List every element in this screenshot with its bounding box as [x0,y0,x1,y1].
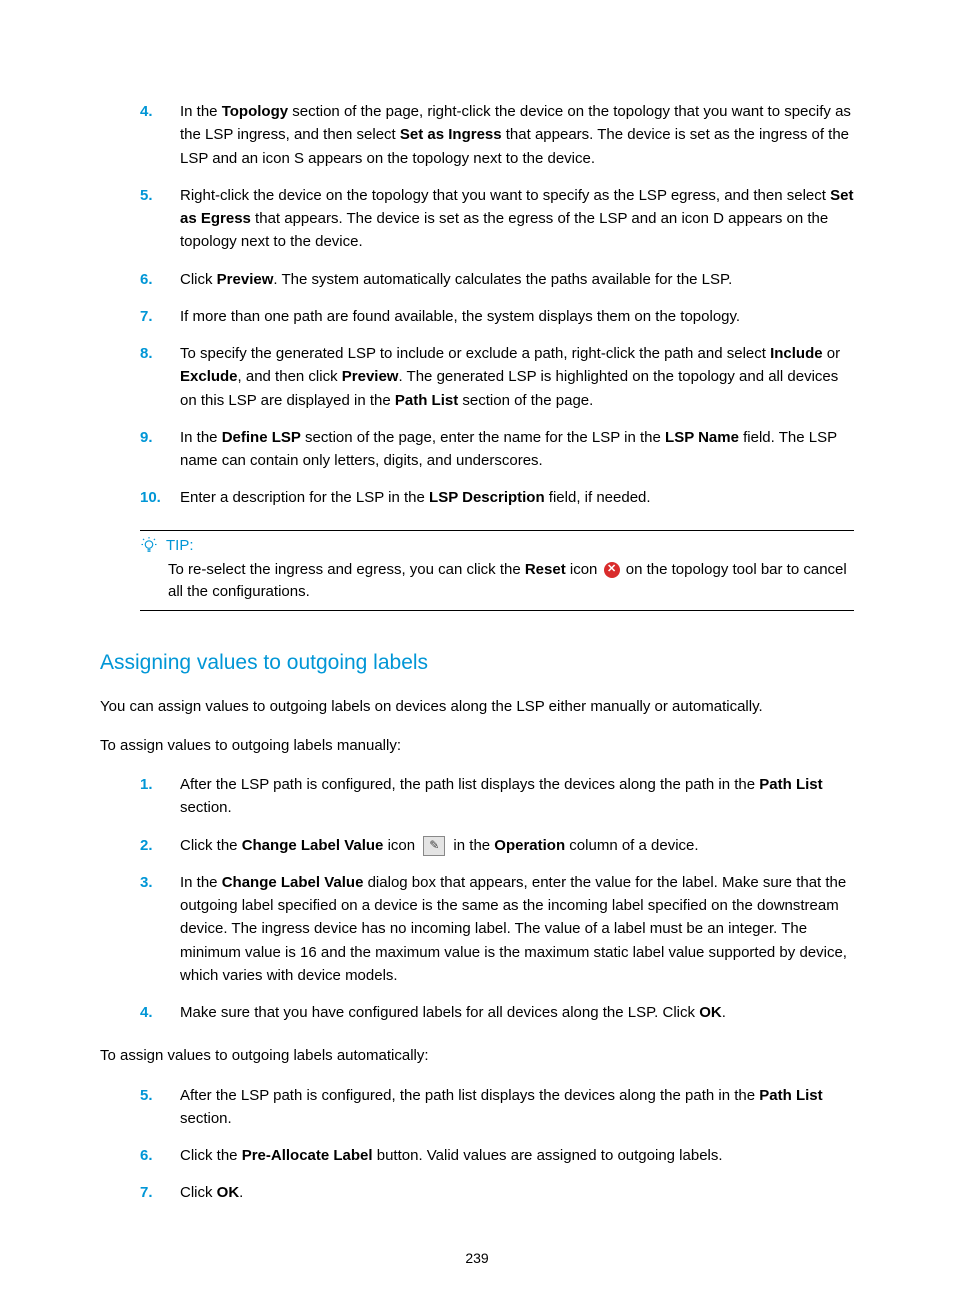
step-number: 6. [140,1144,180,1167]
step-text: Right-click the device on the topology t… [180,184,854,254]
bold-text: Pre-Allocate Label [242,1147,373,1164]
step-number: 10. [140,486,180,509]
bold-text: LSP Name [665,429,739,446]
bold-text: LSP Description [429,489,545,506]
step-text: In the Topology section of the page, rig… [180,100,854,170]
list-item: 5.Right-click the device on the topology… [140,184,854,254]
step-text: After the LSP path is configured, the pa… [180,1084,854,1131]
step-text: To specify the generated LSP to include … [180,342,854,412]
bold-text: Path List [395,392,458,409]
step-number: 7. [140,1181,180,1204]
step-text: Click OK. [180,1181,854,1204]
step-text: In the Define LSP section of the page, e… [180,426,854,473]
step-text: If more than one path are found availabl… [180,305,854,328]
page: 4.In the Topology section of the page, r… [0,0,954,1296]
step-text: Click Preview. The system automatically … [180,268,854,291]
step-number: 2. [140,834,180,857]
step-number: 6. [140,268,180,291]
step-text: Enter a description for the LSP in the L… [180,486,854,509]
list-item: 7.If more than one path are found availa… [140,305,854,328]
bold-text: Change Label Value [242,837,384,854]
step-number: 4. [140,100,180,170]
tip-body: To re-select the ingress and egress, you… [140,559,854,604]
list-item: 6.Click Preview. The system automaticall… [140,268,854,291]
ordered-list-c: 5.After the LSP path is configured, the … [140,1084,854,1205]
step-number: 5. [140,1084,180,1131]
bold-text: Set as Ingress [400,126,502,143]
tip-header: TIP: [140,537,854,555]
bold-text: Path List [759,1087,822,1104]
bold-text: Topology [222,103,288,120]
bold-text: Include [770,345,823,362]
list-item: 5.After the LSP path is configured, the … [140,1084,854,1131]
list-item: 10.Enter a description for the LSP in th… [140,486,854,509]
ordered-list-b: 1.After the LSP path is configured, the … [140,773,854,1024]
reset-icon: ✕ [604,562,620,578]
step-text: Make sure that you have configured label… [180,1001,854,1024]
paragraph: To assign values to outgoing labels manu… [100,734,854,757]
bold-text: Change Label Value [222,874,364,891]
list-item: 6.Click the Pre-Allocate Label button. V… [140,1144,854,1167]
step-text: In the Change Label Value dialog box tha… [180,871,854,987]
section-heading: Assigning values to outgoing labels [100,651,854,675]
bold-text: Operation [494,837,565,854]
bold-text: Preview [217,271,274,288]
page-number: 239 [0,1250,954,1266]
list-item: 3.In the Change Label Value dialog box t… [140,871,854,987]
bold-text: Reset [525,561,566,578]
step-text: Click the Change Label Value icon ✎ in t… [180,834,854,857]
bold-text: Preview [342,368,399,385]
ordered-list-a: 4.In the Topology section of the page, r… [140,100,854,510]
tip-box: TIP: To re-select the ingress and egress… [140,530,854,611]
list-item: 1.After the LSP path is configured, the … [140,773,854,820]
bold-text: Path List [759,776,822,793]
bold-text: Set as Egress [180,187,853,227]
step-number: 9. [140,426,180,473]
bold-text: Exclude [180,368,238,385]
edit-icon: ✎ [423,836,445,856]
list-item: 7.Click OK. [140,1181,854,1204]
lightbulb-icon [140,537,158,555]
paragraph: You can assign values to outgoing labels… [100,695,854,718]
bold-text: Define LSP [222,429,301,446]
step-number: 5. [140,184,180,254]
bold-text: OK [699,1004,722,1021]
step-number: 8. [140,342,180,412]
list-item: 4.In the Topology section of the page, r… [140,100,854,170]
step-number: 7. [140,305,180,328]
list-item: 4.Make sure that you have configured lab… [140,1001,854,1024]
step-number: 3. [140,871,180,987]
step-number: 1. [140,773,180,820]
tip-label: TIP: [166,537,194,554]
step-text: Click the Pre-Allocate Label button. Val… [180,1144,854,1167]
step-number: 4. [140,1001,180,1024]
bold-text: OK [217,1184,240,1201]
list-item: 8.To specify the generated LSP to includ… [140,342,854,412]
list-item: 9.In the Define LSP section of the page,… [140,426,854,473]
list-item: 2.Click the Change Label Value icon ✎ in… [140,834,854,857]
step-text: After the LSP path is configured, the pa… [180,773,854,820]
paragraph: To assign values to outgoing labels auto… [100,1044,854,1067]
